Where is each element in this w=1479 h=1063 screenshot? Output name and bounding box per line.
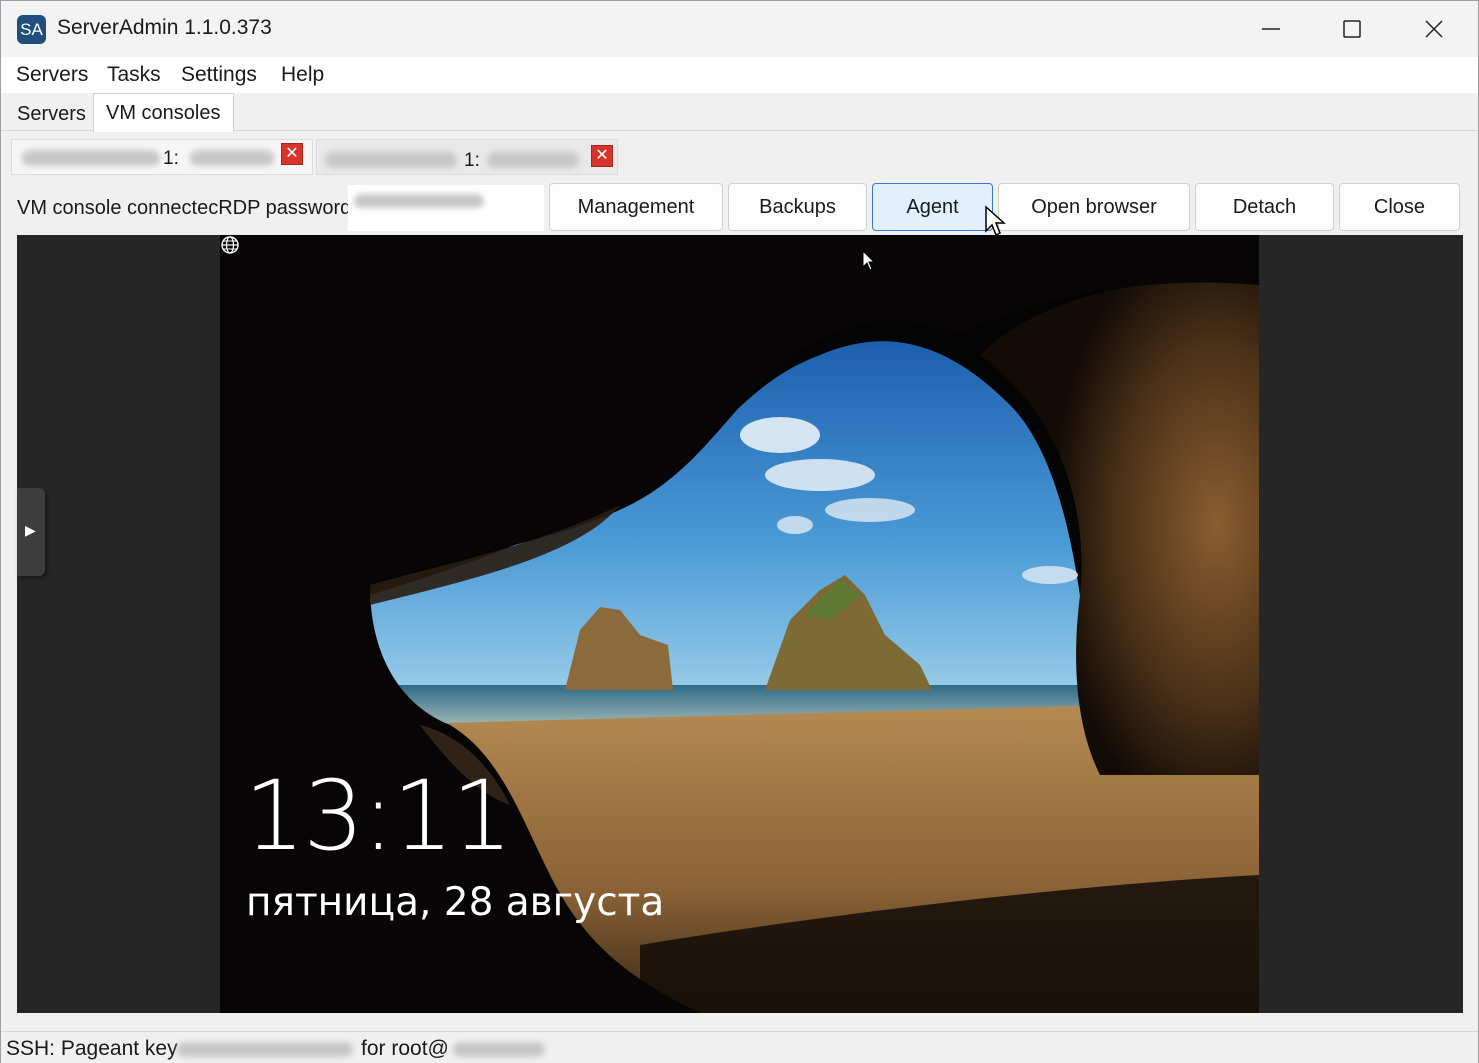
menu-bar: Servers Tasks Settings Help [1,57,1478,93]
menu-servers[interactable]: Servers [16,63,88,87]
close-icon [1425,20,1443,38]
vm-lock-screen[interactable]: 13:11 пятница, 28 августа [220,235,1259,1013]
redacted-text [354,194,484,208]
side-panel-toggle[interactable]: ▶ [17,488,45,576]
tab-vm-consoles[interactable]: VM consoles [93,93,234,132]
redacted-text [453,1042,545,1057]
lock-screen-date: пятница, 28 августа [246,880,665,925]
window-title: ServerAdmin 1.1.0.373 [57,16,272,39]
menu-tasks[interactable]: Tasks [107,63,161,87]
redacted-text [325,152,457,168]
console-tab-number: 1: [163,148,179,169]
connection-status-label: VM console connectecRDP password [17,197,352,219]
redacted-text [190,150,274,166]
app-logo-icon: SA [17,15,46,44]
console-toolbar: VM console connectecRDP password Managem… [1,179,1478,235]
close-window-button[interactable] [1394,1,1474,57]
play-right-icon: ▶ [25,522,36,538]
close-tab-button[interactable]: ✕ [281,143,303,165]
status-ssh-user: for root@ [361,1037,449,1060]
detach-button[interactable]: Detach [1195,183,1334,231]
lock-screen-clock: 13:11 [244,760,513,872]
mouse-pointer-icon [985,205,1006,237]
redacted-text [177,1042,353,1057]
close-button[interactable]: Close [1339,183,1460,231]
redacted-text [22,150,160,166]
globe-icon[interactable] [220,235,240,255]
menu-settings[interactable]: Settings [181,63,257,87]
tab-servers[interactable]: Servers [5,97,98,131]
minimize-button[interactable] [1231,1,1311,57]
app-window: SA ServerAdmin 1.1.0.373 Servers Tasks S… [0,0,1479,1063]
console-tab-number: 1: [464,150,480,171]
maximize-button[interactable] [1312,1,1392,57]
backups-button[interactable]: Backups [728,183,867,231]
console-tab-1[interactable]: 1: ✕ [11,139,313,175]
agent-button[interactable]: Agent [872,183,993,231]
console-tab-2[interactable]: 1: ✕ [316,139,618,175]
status-bar: SSH: Pageant key for root@ [1,1031,1478,1063]
redacted-text [487,152,579,168]
rdp-password-field[interactable] [348,185,544,231]
menu-help[interactable]: Help [281,63,324,87]
maximize-icon [1343,20,1361,38]
open-browser-button[interactable]: Open browser [998,183,1190,231]
close-tab-button[interactable]: ✕ [591,145,613,167]
status-ssh-prefix: SSH: Pageant key [6,1037,178,1060]
management-button[interactable]: Management [549,183,723,231]
minimize-icon [1262,28,1280,30]
main-tab-strip: Servers VM consoles [1,93,1478,132]
vm-pointer-icon [862,250,876,271]
title-bar[interactable]: SA ServerAdmin 1.1.0.373 [1,1,1478,57]
